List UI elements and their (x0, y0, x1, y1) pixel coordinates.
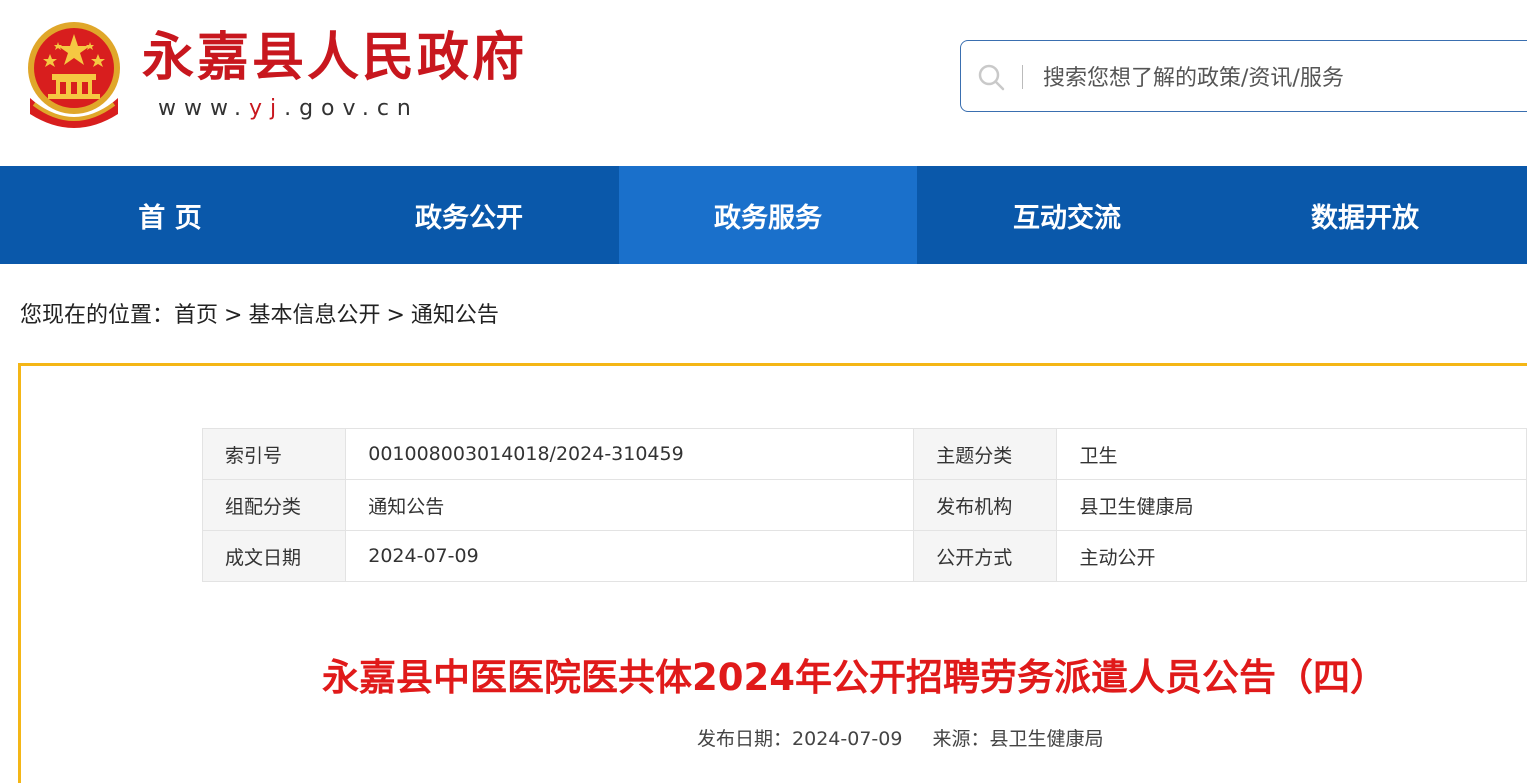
url-suffix: .gov.cn (284, 96, 419, 121)
meta-value: 2024-07-09 (345, 530, 915, 582)
search-input[interactable] (1041, 59, 1525, 97)
meta-value: 主动公开 (1056, 530, 1527, 582)
breadcrumb-separator: > (224, 303, 243, 328)
search-box[interactable] (960, 40, 1527, 112)
meta-label: 组配分类 (201, 479, 347, 531)
publish-date: 2024-07-09 (792, 728, 903, 750)
breadcrumb-separator: > (386, 303, 405, 328)
meta-label: 成文日期 (201, 530, 347, 582)
url-prefix: www. (158, 96, 249, 121)
main-nav: 首 页 政务公开 政务服务 互动交流 数据开放 (0, 166, 1527, 264)
meta-value: 卫生 (1056, 428, 1527, 480)
site-url: www.yj.gov.cn (158, 96, 419, 121)
breadcrumb-notices[interactable]: 通知公告 (411, 303, 499, 328)
source: 县卫生健康局 (989, 728, 1104, 750)
meta-label: 发布机构 (913, 479, 1058, 531)
meta-value: 县卫生健康局 (1056, 479, 1527, 531)
table-row: 索引号 001008003014018/2024-310459 主题分类 卫生 (201, 428, 1527, 480)
article-meta: 发布日期：2024-07-09 来源：县卫生健康局 (697, 724, 1103, 751)
search-icon[interactable] (977, 63, 1005, 91)
nav-government-services[interactable]: 政务服务 (619, 166, 917, 264)
site-header: 永嘉县人民政府 www.yj.gov.cn (0, 0, 1527, 166)
meta-label: 主题分类 (913, 428, 1058, 480)
table-row: 组配分类 通知公告 发布机构 县卫生健康局 (201, 479, 1527, 531)
breadcrumb: 您现在的位置：首页 > 基本信息公开 > 通知公告 (20, 300, 499, 332)
nav-interaction[interactable]: 互动交流 (918, 166, 1216, 264)
source-label: 来源： (932, 728, 990, 750)
nav-home[interactable]: 首 页 (21, 166, 319, 264)
publish-date-label: 发布日期： (697, 728, 793, 750)
meta-value: 001008003014018/2024-310459 (345, 428, 915, 480)
table-row: 成文日期 2024-07-09 公开方式 主动公开 (201, 530, 1527, 582)
url-accent: yj (248, 96, 285, 121)
meta-value: 通知公告 (345, 479, 915, 531)
meta-label: 公开方式 (913, 530, 1058, 582)
site-name: 永嘉县人民政府 (142, 27, 528, 88)
national-emblem-icon (28, 22, 120, 128)
article-title: 永嘉县中医医院医共体2024年公开招聘劳务派遣人员公告（四） (322, 656, 1387, 699)
nav-open-data[interactable]: 数据开放 (1216, 166, 1514, 264)
breadcrumb-prefix: 您现在的位置： (20, 303, 175, 328)
info-meta-table: 索引号 001008003014018/2024-310459 主题分类 卫生 … (201, 428, 1527, 582)
search-divider (1022, 65, 1023, 89)
meta-label: 索引号 (201, 428, 347, 480)
nav-government-affairs-disclosure[interactable]: 政务公开 (320, 166, 618, 264)
breadcrumb-basic-info[interactable]: 基本信息公开 (248, 303, 380, 328)
breadcrumb-home[interactable]: 首页 (174, 303, 218, 328)
